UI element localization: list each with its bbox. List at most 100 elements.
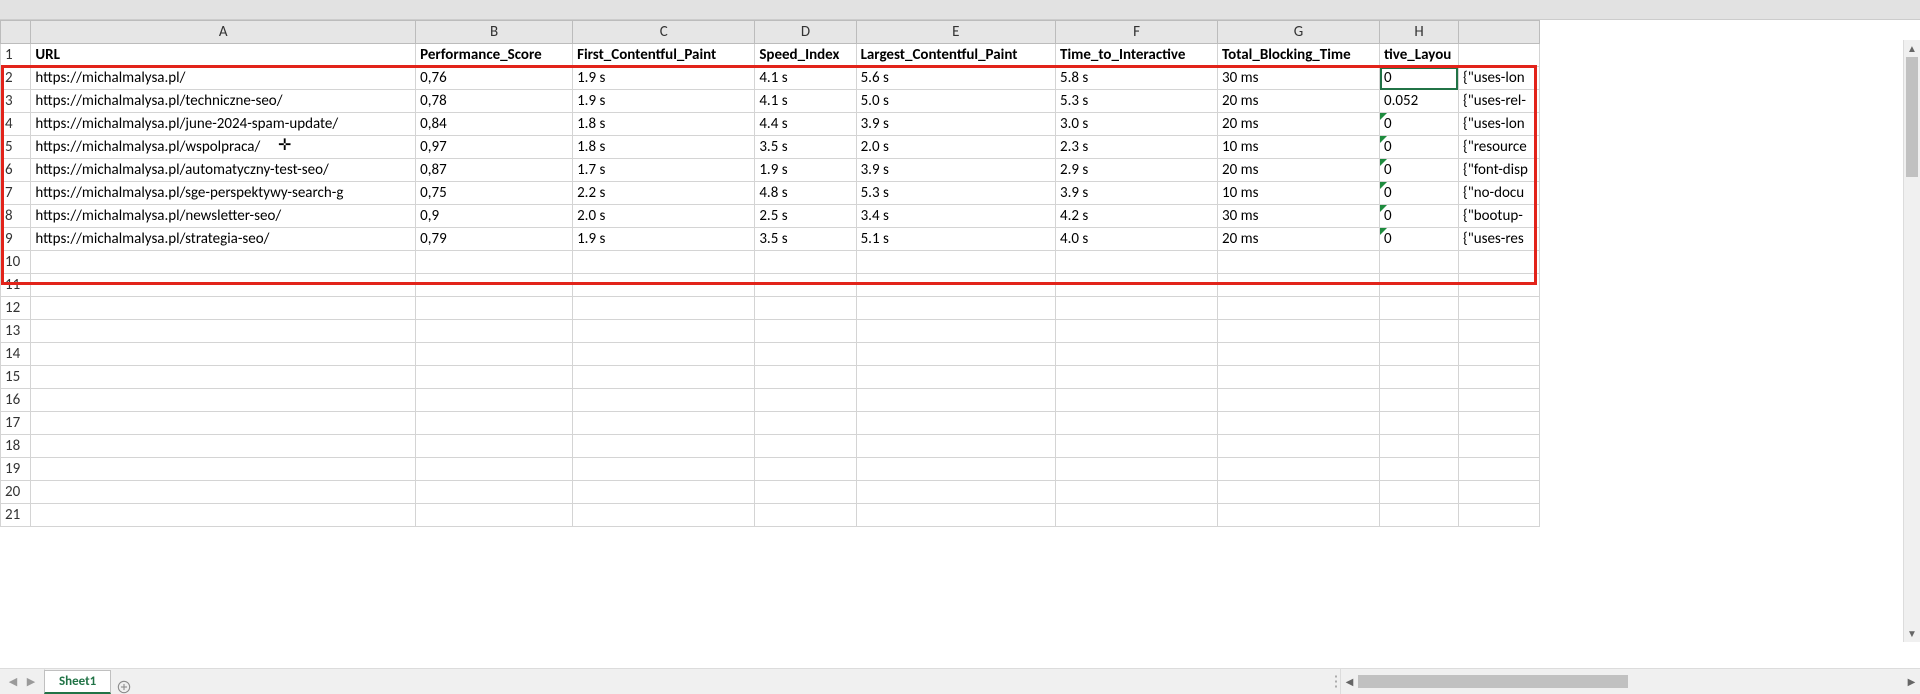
cell-F1[interactable]: Time_to_Interactive [1056, 44, 1218, 67]
cell-I8[interactable]: {"bootup- [1458, 205, 1539, 228]
cell-empty[interactable] [1380, 343, 1459, 366]
cell-C4[interactable]: 1.8 s [573, 113, 755, 136]
cell-E1[interactable]: Largest_Contentful_Paint [856, 44, 1055, 67]
cell-I5[interactable]: {"resource [1458, 136, 1539, 159]
cell-empty[interactable] [31, 343, 416, 366]
col-header-B[interactable]: B [416, 21, 573, 44]
tab-nav-prev-icon[interactable]: ◀ [6, 675, 20, 688]
cell-empty[interactable] [856, 251, 1055, 274]
cell-F7[interactable]: 3.9 s [1056, 182, 1218, 205]
cell-C5[interactable]: 1.8 s [573, 136, 755, 159]
cell-empty[interactable] [1218, 481, 1380, 504]
cell-empty[interactable] [1458, 481, 1539, 504]
cell-empty[interactable] [573, 343, 755, 366]
cell-empty[interactable] [755, 366, 856, 389]
cell-empty[interactable] [1380, 320, 1459, 343]
cell-H5[interactable]: 0 [1380, 136, 1459, 159]
cell-empty[interactable] [1056, 458, 1218, 481]
cell-D7[interactable]: 4.8 s [755, 182, 856, 205]
cell-empty[interactable] [856, 458, 1055, 481]
cell-empty[interactable] [1218, 343, 1380, 366]
cell-A3[interactable]: https://michalmalysa.pl/techniczne-seo/ [31, 90, 416, 113]
cell-F8[interactable]: 4.2 s [1056, 205, 1218, 228]
cell-H8[interactable]: 0 [1380, 205, 1459, 228]
scroll-down-icon[interactable]: ▼ [1904, 625, 1920, 642]
cell-C1[interactable]: First_Contentful_Paint [573, 44, 755, 67]
cell-empty[interactable] [1056, 435, 1218, 458]
scroll-up-icon[interactable]: ▲ [1904, 40, 1920, 57]
cell-empty[interactable] [1056, 343, 1218, 366]
row-header-8[interactable]: 8 [1, 205, 31, 228]
row-header-3[interactable]: 3 [1, 90, 31, 113]
cell-empty[interactable] [1380, 297, 1459, 320]
row-header-16[interactable]: 16 [1, 389, 31, 412]
cell-empty[interactable] [755, 297, 856, 320]
cell-empty[interactable] [856, 297, 1055, 320]
cell-I4[interactable]: {"uses-lon [1458, 113, 1539, 136]
vscroll-track[interactable] [1904, 57, 1920, 625]
cell-H2[interactable]: 0 [1380, 67, 1459, 90]
cell-empty[interactable] [1380, 435, 1459, 458]
cell-empty[interactable] [1056, 320, 1218, 343]
cell-B9[interactable]: 0,79 [416, 228, 573, 251]
cell-D3[interactable]: 4.1 s [755, 90, 856, 113]
col-header-D[interactable]: D [755, 21, 856, 44]
row-header-14[interactable]: 14 [1, 343, 31, 366]
cell-empty[interactable] [1380, 366, 1459, 389]
cell-empty[interactable] [416, 504, 573, 527]
cell-empty[interactable] [573, 274, 755, 297]
cell-empty[interactable] [1380, 274, 1459, 297]
grid-area[interactable]: A B C D E F G H 1 URL Performance_Score … [0, 20, 1920, 668]
cell-empty[interactable] [416, 320, 573, 343]
cell-empty[interactable] [1380, 481, 1459, 504]
cell-I1[interactable] [1458, 44, 1539, 67]
row-header-20[interactable]: 20 [1, 481, 31, 504]
cell-empty[interactable] [573, 389, 755, 412]
cell-empty[interactable] [31, 458, 416, 481]
col-header-C[interactable]: C [573, 21, 755, 44]
cell-D8[interactable]: 2.5 s [755, 205, 856, 228]
cell-G5[interactable]: 10 ms [1218, 136, 1380, 159]
cell-empty[interactable] [1056, 504, 1218, 527]
col-header-A[interactable]: A [31, 21, 416, 44]
cell-empty[interactable] [1218, 366, 1380, 389]
col-header-F[interactable]: F [1056, 21, 1218, 44]
cell-empty[interactable] [1458, 435, 1539, 458]
column-header-row[interactable]: A B C D E F G H [1, 21, 1540, 44]
cell-empty[interactable] [416, 251, 573, 274]
cell-empty[interactable] [31, 389, 416, 412]
cell-empty[interactable] [1380, 389, 1459, 412]
col-header-H[interactable]: H [1380, 21, 1459, 44]
cell-empty[interactable] [31, 251, 416, 274]
cell-D1[interactable]: Speed_Index [755, 44, 856, 67]
cell-empty[interactable] [1218, 458, 1380, 481]
cell-G7[interactable]: 10 ms [1218, 182, 1380, 205]
cell-empty[interactable] [1458, 251, 1539, 274]
cell-B7[interactable]: 0,75 [416, 182, 573, 205]
cell-empty[interactable] [755, 251, 856, 274]
cell-empty[interactable] [1056, 481, 1218, 504]
cell-empty[interactable] [31, 412, 416, 435]
cell-F3[interactable]: 5.3 s [1056, 90, 1218, 113]
col-header-I-sliver[interactable] [1458, 21, 1539, 44]
cell-E6[interactable]: 3.9 s [856, 159, 1055, 182]
cell-empty[interactable] [856, 412, 1055, 435]
cell-empty[interactable] [755, 458, 856, 481]
cell-C2[interactable]: 1.9 s [573, 67, 755, 90]
horizontal-scrollbar[interactable]: ◀ ▶ [1340, 669, 1920, 694]
cell-I2[interactable]: {"uses-lon [1458, 67, 1539, 90]
row-header-12[interactable]: 12 [1, 297, 31, 320]
cell-A5[interactable]: https://michalmalysa.pl/wspolpraca/ [31, 136, 416, 159]
cell-empty[interactable] [573, 504, 755, 527]
cell-empty[interactable] [1458, 297, 1539, 320]
cell-empty[interactable] [1458, 366, 1539, 389]
row-header-10[interactable]: 10 [1, 251, 31, 274]
cell-empty[interactable] [1380, 412, 1459, 435]
cell-empty[interactable] [573, 481, 755, 504]
cell-F2[interactable]: 5.8 s [1056, 67, 1218, 90]
vertical-scrollbar[interactable]: ▲ ▼ [1903, 40, 1920, 642]
cell-E3[interactable]: 5.0 s [856, 90, 1055, 113]
cell-A4[interactable]: https://michalmalysa.pl/june-2024-spam-u… [31, 113, 416, 136]
cell-B8[interactable]: 0,9 [416, 205, 573, 228]
cell-empty[interactable] [31, 274, 416, 297]
